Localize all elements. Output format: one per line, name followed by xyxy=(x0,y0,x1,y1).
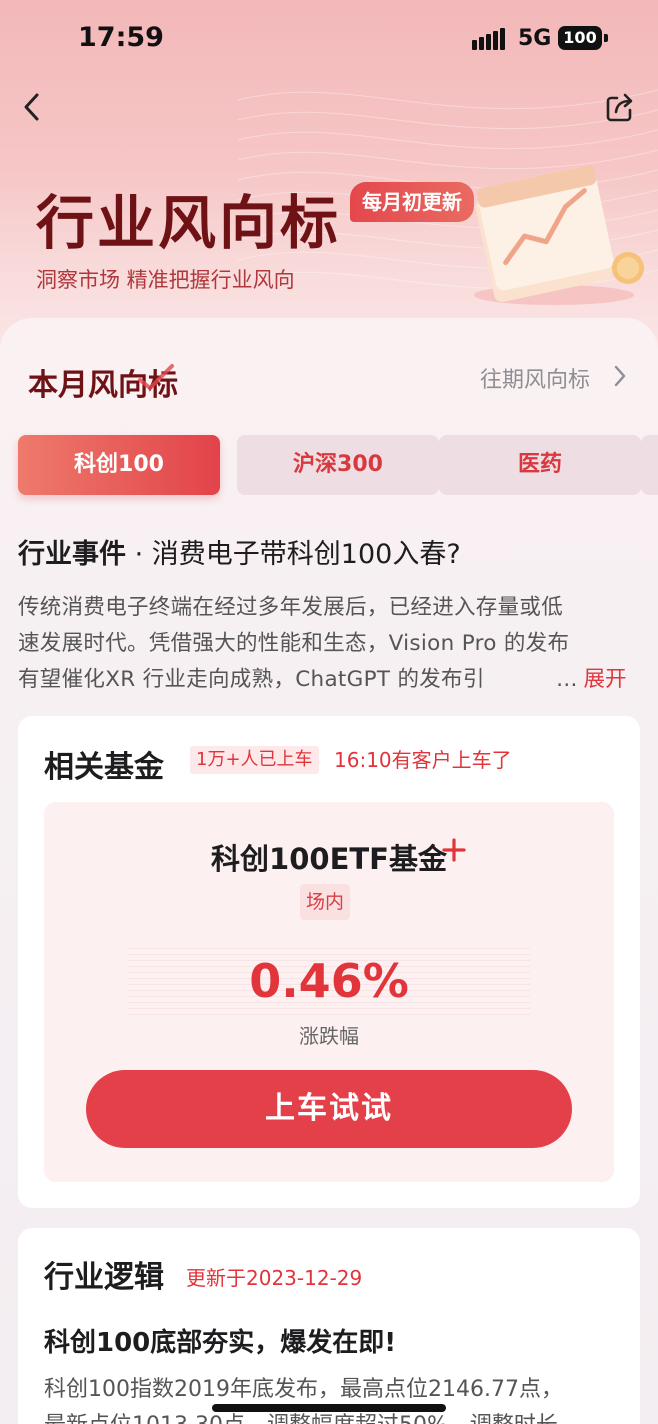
network-type: 5G xyxy=(518,26,552,51)
fund-section-title: 相关基金 xyxy=(44,750,164,785)
home-indicator[interactable] xyxy=(212,1404,446,1412)
status-bar: 17:59 5G 100 xyxy=(0,0,658,80)
event-description: 传统消费电子终端在经过多年发展后，已经进入存量或低 速发展时代。凭借强大的性能和… xyxy=(18,590,640,698)
logic-line: 科创100指数2019年底发布，最高点位2146.77点， xyxy=(44,1377,563,1402)
event-line: 有望催化XR 行业走向成熟，ChatGPT 的发布引 xyxy=(18,667,485,692)
expand-control[interactable]: … 展开 xyxy=(556,662,627,693)
tab-kechuang100[interactable]: 科创100 xyxy=(18,435,220,495)
event-title-prefix: 行业事件 xyxy=(18,539,126,570)
industry-logic-card: 行业逻辑 更新于2023-12-29 科创100底部夯实，爆发在即! 科创100… xyxy=(18,1228,640,1424)
hero-banner: 17:59 5G 100 行业风向标 每月初更新 洞察市场 精准把握行业风向 xyxy=(0,0,658,370)
back-icon[interactable] xyxy=(18,90,48,124)
page: 17:59 5G 100 行业风向标 每月初更新 洞察市场 精准把握行业风向 本… xyxy=(0,0,658,1424)
battery-nub xyxy=(604,34,608,42)
fund-detail-panel[interactable]: 科创100ETF基金 场内 0.46% 涨跌幅 上车试试 xyxy=(44,802,614,1182)
event-line: 速发展时代。凭借强大的性能和生态，Vision Pro 的发布 xyxy=(18,631,570,656)
tab-medicine[interactable]: 医药 xyxy=(439,435,641,495)
add-watchlist-icon[interactable] xyxy=(442,838,466,862)
signal-icon xyxy=(472,28,505,50)
main-panel: 本月风向标 往期风向标 科创100 沪深300 医药 行业事件 · 消费电子带科… xyxy=(0,318,658,1424)
related-fund-card: 相关基金 1万+人已上车 16:10有客户上车了 科创100ETF基金 场内 0… xyxy=(18,716,640,1208)
market-tag: 场内 xyxy=(300,884,351,920)
status-time: 17:59 xyxy=(78,22,164,53)
logic-updated-date: 更新于2023-12-29 xyxy=(186,1266,363,1290)
hero-subtitle: 洞察市场 精准把握行业风向 xyxy=(36,268,295,292)
tab-more[interactable] xyxy=(641,435,658,495)
expand-button[interactable]: 展开 xyxy=(584,667,627,692)
logic-section-title: 行业逻辑 xyxy=(44,1260,164,1295)
sector-tabs: 科创100 沪深300 医药 xyxy=(18,435,658,497)
share-icon[interactable] xyxy=(604,90,636,124)
trend-check-icon xyxy=(138,364,174,390)
event-title: 行业事件 · 消费电子带科创100入春? xyxy=(18,532,461,571)
calendar-chart-illustration xyxy=(474,165,644,305)
logic-description: 科创100指数2019年底发布，最高点位2146.77点， 最新点位1013.3… xyxy=(44,1372,624,1424)
tab-hushen300[interactable]: 沪深300 xyxy=(237,435,439,495)
event-title-text: 消费电子带科创100入春? xyxy=(151,539,461,570)
fund-name[interactable]: 科创100ETF基金 xyxy=(44,836,614,878)
event-line: 传统消费电子终端在经过多年发展后，已经进入存量或低 xyxy=(18,595,564,620)
fund-popularity-tag: 1万+人已上车 xyxy=(190,746,319,774)
chevron-right-icon[interactable] xyxy=(612,364,628,388)
logic-subtitle: 科创100底部夯实，爆发在即! xyxy=(44,1328,397,1358)
try-fund-button[interactable]: 上车试试 xyxy=(86,1070,572,1148)
fund-live-activity: 16:10有客户上车了 xyxy=(334,748,512,772)
battery-icon: 100 xyxy=(558,26,602,50)
history-link[interactable]: 往期风向标 xyxy=(480,362,590,394)
ellipsis: … xyxy=(556,667,578,692)
fund-change-label: 涨跌幅 xyxy=(299,1024,359,1048)
hero-title: 行业风向标 xyxy=(36,189,342,257)
fund-change-rate: 0.46% xyxy=(249,954,409,1008)
event-title-dot: · xyxy=(134,539,144,570)
